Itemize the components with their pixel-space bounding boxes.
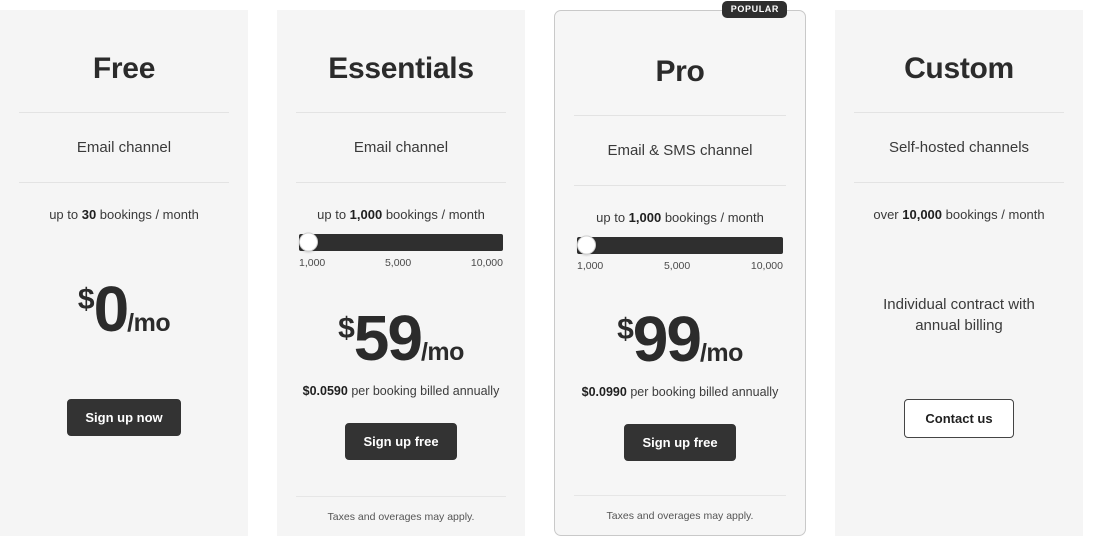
price-amount: 99 — [632, 302, 702, 375]
bookings-value: 1,000 — [628, 210, 662, 225]
per-booking-amount: $0.0990 — [581, 384, 627, 399]
plan-bookings-essentials: up to 1,000 bookings / month — [289, 183, 513, 223]
plan-custom-note: Individual contract with annual billing — [847, 223, 1071, 338]
cta-wrap-custom: Contact us — [847, 399, 1071, 536]
per-booking-rate-essentials: $0.0590 per booking billed annually — [289, 370, 513, 399]
plan-title-free: Free — [92, 52, 156, 85]
bottom-pad — [567, 523, 793, 535]
custom-note-line-2: annual billing — [915, 317, 1003, 335]
pricing-plans-grid: Free Email channel up to 30 bookings / m… — [0, 0, 1108, 536]
bookings-suffix: bookings / month — [942, 207, 1045, 222]
cta-wrap-free: Sign up now — [12, 399, 236, 536]
plan-title-custom: Custom — [904, 52, 1014, 85]
plan-footnote-essentials: Taxes and overages may apply. — [327, 511, 475, 524]
bookings-suffix: bookings / month — [661, 210, 764, 225]
price-currency: $ — [338, 311, 355, 345]
plan-price-essentials: $59/mo — [289, 306, 513, 370]
bookings-suffix: bookings / month — [382, 207, 485, 222]
price-currency: $ — [617, 312, 634, 346]
plan-card-essentials: Essentials Email channel up to 1,000 boo… — [277, 10, 525, 536]
plan-card-custom: Custom Self-hosted channels over 10,000 … — [835, 10, 1083, 536]
custom-note-line-1: Individual contract with — [883, 295, 1035, 313]
slider-tick-min: 1,000 — [299, 256, 326, 269]
plan-card-free: Free Email channel up to 30 bookings / m… — [0, 10, 248, 536]
plan-bookings-free: up to 30 bookings / month — [12, 183, 236, 223]
slider-tick-min: 1,000 — [577, 259, 604, 272]
bookings-suffix: bookings / month — [96, 207, 199, 222]
slider-tick-max: 10,000 — [470, 256, 503, 269]
plan-channel-pro: Email & SMS channel — [607, 142, 753, 159]
price-period: /mo — [127, 308, 171, 337]
slider-tick-max: 10,000 — [750, 259, 783, 272]
cta-wrap-essentials: Sign up free — [289, 399, 513, 460]
per-booking-text: per booking billed annually — [347, 383, 500, 398]
price-period: /mo — [420, 337, 464, 366]
slider-tick-mid: 5,000 — [384, 256, 412, 269]
bookings-prefix: over — [873, 207, 903, 222]
plan-channel-free: Email channel — [76, 139, 172, 156]
slider-thumb[interactable] — [299, 232, 318, 252]
signup-free-button[interactable]: Sign up free — [345, 422, 457, 460]
slider-track[interactable] — [577, 235, 783, 255]
bookings-slider-essentials[interactable]: 1,000 5,000 10,000 — [289, 223, 513, 269]
per-booking-text: per booking billed annually — [626, 384, 779, 399]
slider-thumb[interactable] — [577, 235, 596, 255]
cta-wrap-pro: Sign up free — [567, 400, 793, 461]
price-currency: $ — [77, 282, 95, 316]
plan-price-free: $0/mo — [12, 277, 236, 345]
slider-ticks: 1,000 5,000 10,000 — [577, 254, 783, 272]
bookings-slider-pro[interactable]: 1,000 5,000 10,000 — [567, 226, 793, 272]
bookings-value: 30 — [81, 207, 97, 222]
contact-us-button[interactable]: Contact us — [904, 399, 1014, 438]
bottom-pad — [289, 524, 513, 536]
plan-footnote-pro: Taxes and overages may apply. — [606, 510, 754, 523]
plan-bookings-custom: over 10,000 bookings / month — [847, 183, 1071, 223]
price-amount: 59 — [353, 301, 423, 374]
bookings-prefix: up to — [596, 210, 629, 225]
signup-free-button[interactable]: Sign up free — [624, 423, 736, 461]
bookings-value: 1,000 — [349, 207, 383, 222]
bookings-prefix: up to — [317, 207, 350, 222]
plan-channel-custom: Self-hosted channels — [888, 139, 1030, 156]
per-booking-rate-pro: $0.0990 per booking billed annually — [567, 371, 793, 400]
signup-now-button[interactable]: Sign up now — [67, 399, 181, 436]
plan-channel-essentials: Email channel — [353, 139, 449, 156]
per-booking-amount: $0.0590 — [302, 383, 348, 398]
price-period: /mo — [699, 338, 743, 367]
plan-title-essentials: Essentials — [328, 52, 474, 85]
plan-bookings-pro: up to 1,000 bookings / month — [567, 186, 793, 226]
bookings-value: 10,000 — [902, 207, 943, 222]
price-amount: 0 — [93, 272, 130, 345]
slider-ticks: 1,000 5,000 10,000 — [299, 251, 503, 269]
plan-price-pro: $99/mo — [567, 307, 793, 371]
slider-track[interactable] — [299, 232, 503, 252]
bookings-prefix: up to — [49, 207, 82, 222]
plan-title-pro: Pro — [655, 55, 705, 88]
plan-card-pro: POPULAR Pro Email & SMS channel up to 1,… — [554, 1, 806, 536]
popular-badge: POPULAR — [721, 1, 787, 18]
slider-tick-mid: 5,000 — [663, 259, 691, 272]
